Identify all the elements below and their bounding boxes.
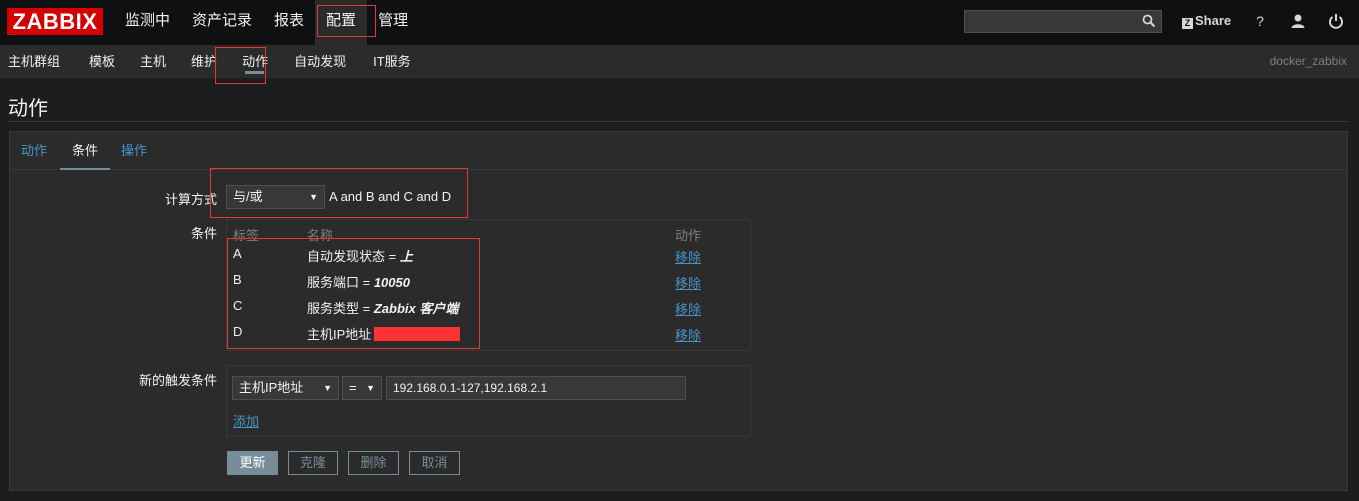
- new-condition-label: 新的触发条件: [138, 373, 217, 388]
- add-condition-link[interactable]: 添加: [233, 411, 259, 430]
- chevron-down-icon: ▼: [309, 192, 318, 202]
- search-icon[interactable]: [1142, 14, 1156, 28]
- remove-condition-link[interactable]: 移除: [675, 299, 701, 318]
- submenu-host-groups[interactable]: 主机群组: [0, 45, 72, 78]
- remove-condition-link[interactable]: 移除: [675, 273, 701, 292]
- server-name: docker_zabbix: [1269, 54, 1347, 68]
- tab-action[interactable]: 动作: [21, 132, 47, 170]
- conditions-label: 条件: [190, 226, 217, 241]
- condition-name: 自动发现状态 = 上: [307, 249, 413, 264]
- menu-inventory[interactable]: 资产记录: [181, 0, 263, 45]
- submenu-maintenance[interactable]: 维护: [178, 45, 229, 78]
- share-link[interactable]: Z Share: [1182, 13, 1231, 29]
- help-icon[interactable]: ?: [1252, 13, 1268, 29]
- top-navigation-bar: ZABBIX 监测中 资产记录 报表 配置 管理 Z Share ?: [0, 0, 1359, 45]
- search-input[interactable]: [964, 10, 1162, 33]
- share-label: Share: [1195, 13, 1232, 28]
- active-menu-caret: [338, 38, 352, 45]
- chevron-down-icon: ▼: [366, 383, 375, 393]
- submenu-discovery[interactable]: 自动发现: [281, 45, 358, 78]
- submenu-actions[interactable]: 动作: [229, 45, 281, 78]
- condition-tag: D: [233, 324, 243, 339]
- delete-button[interactable]: 删除: [348, 451, 399, 475]
- remove-condition-link[interactable]: 移除: [675, 325, 701, 344]
- user-profile-icon[interactable]: [1290, 13, 1306, 29]
- condition-tag: A: [233, 246, 242, 261]
- calc-type-select[interactable]: 与/或 ▼: [226, 185, 325, 209]
- sub-navigation-bar: 主机群组 模板 主机 维护 动作 自动发现 IT服务 docker_zabbix: [0, 45, 1359, 78]
- condition-value-input[interactable]: 192.168.0.1-127,192.168.2.1: [386, 376, 686, 400]
- calc-type-label: 计算方式: [164, 192, 217, 207]
- condition-operator-select[interactable]: = ▼: [342, 376, 382, 400]
- page-title: 动作: [8, 98, 48, 120]
- remove-condition-link[interactable]: 移除: [675, 247, 701, 266]
- sign-out-icon[interactable]: [1328, 13, 1344, 29]
- tab-conditions[interactable]: 条件: [60, 132, 110, 170]
- column-header-tag: 标签: [233, 228, 260, 243]
- condition-type-value: 主机IP地址: [239, 380, 304, 395]
- menu-reports[interactable]: 报表: [263, 0, 315, 45]
- condition-type-select[interactable]: 主机IP地址 ▼: [232, 376, 339, 400]
- column-header-name: 名称: [307, 228, 334, 243]
- calc-expression: A and B and C and D: [329, 189, 452, 204]
- menu-monitoring[interactable]: 监测中: [114, 0, 181, 45]
- condition-name: 服务端口 = 10050: [307, 275, 410, 290]
- clone-button[interactable]: 克隆: [288, 451, 338, 475]
- zabbix-logo[interactable]: ZABBIX: [7, 8, 103, 35]
- zabbix-share-icon: Z: [1182, 18, 1193, 29]
- condition-tag: C: [233, 298, 243, 313]
- tab-operations[interactable]: 操作: [121, 132, 147, 170]
- cancel-button[interactable]: 取消: [409, 451, 460, 475]
- conditions-table: [226, 219, 751, 351]
- condition-name: 服务类型 = Zabbix 客户端: [307, 301, 459, 316]
- sub-menu: 主机群组 模板 主机 维护 动作 自动发现 IT服务: [0, 45, 423, 78]
- redaction-bar: [374, 327, 460, 341]
- column-header-action: 动作: [675, 228, 702, 243]
- submenu-templates[interactable]: 模板: [72, 45, 127, 78]
- submenu-it-services[interactable]: IT服务: [358, 45, 423, 78]
- main-menu: 监测中 资产记录 报表 配置 管理: [114, 0, 419, 45]
- update-button[interactable]: 更新: [227, 451, 278, 475]
- calc-type-value: 与/或: [233, 189, 263, 204]
- condition-tag: B: [233, 272, 242, 287]
- menu-administration[interactable]: 管理: [367, 0, 419, 45]
- form-tabs: 动作 条件 操作: [10, 132, 1347, 170]
- title-divider: [8, 121, 1348, 122]
- chevron-down-icon: ▼: [323, 383, 332, 393]
- condition-name: 主机IP地址 =: [307, 327, 383, 342]
- condition-operator-value: =: [349, 380, 357, 395]
- submenu-hosts[interactable]: 主机: [127, 45, 178, 78]
